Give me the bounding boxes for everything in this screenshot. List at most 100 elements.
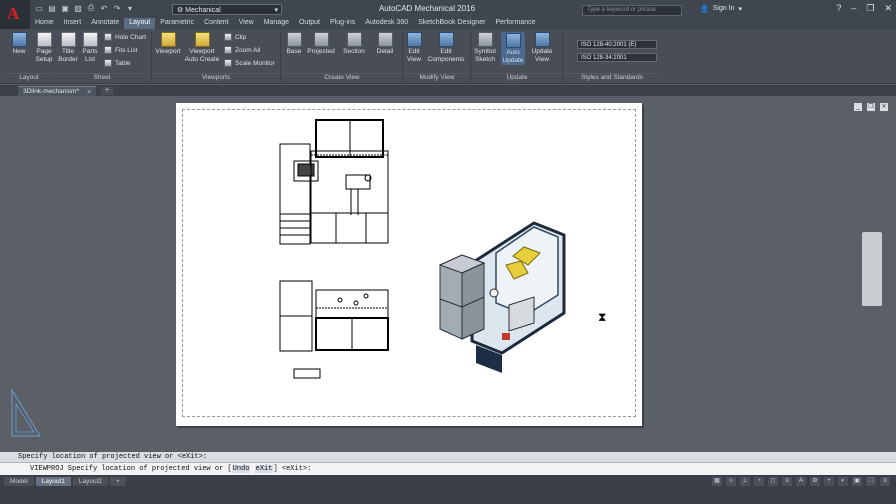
tab-manage[interactable]: Manage [259, 18, 294, 29]
command-line[interactable]: VIEWPROJ Specify location of projected v… [0, 462, 896, 475]
application-menu-button[interactable]: A [0, 0, 30, 30]
symbol-sketch-button[interactable]: Symbol Sketch [472, 32, 498, 64]
scale-monitor-button[interactable]: Scale Monitor [224, 59, 275, 67]
group-label-modify-view: Modify View [404, 73, 470, 83]
symbol-sketch-icon [477, 32, 493, 47]
command-option-exit[interactable]: eXit [254, 465, 274, 473]
title-border-button[interactable]: Title Border [57, 32, 79, 64]
tab-annotate[interactable]: Annotate [86, 18, 124, 29]
tab-sketchbook-designer[interactable]: SketchBook Designer [413, 18, 490, 29]
layout-tab-model[interactable]: Model [4, 477, 34, 486]
clean-screen-icon[interactable]: ⛶ [866, 477, 876, 486]
detail-view-icon [377, 32, 393, 47]
auto-update-button[interactable]: Auto Update [501, 32, 525, 65]
edit-components-button[interactable]: Edit Components [426, 32, 466, 64]
navigation-bar[interactable] [862, 232, 882, 306]
projected-view-button[interactable]: Projected [306, 32, 336, 56]
viewport-auto-create-button[interactable]: Viewport Auto Create [184, 32, 220, 64]
edit-view-button[interactable]: Edit View [404, 32, 424, 64]
new-layout-button[interactable]: New [8, 32, 30, 56]
tab-output[interactable]: Output [294, 18, 325, 29]
menu-icon[interactable]: ≡ [880, 477, 890, 486]
zoom-all-button[interactable]: Zoom All [224, 46, 260, 54]
section-view-button[interactable]: Section [340, 32, 368, 56]
fits-list-button[interactable]: Fits List [104, 46, 137, 54]
tab-layout[interactable]: Layout [124, 18, 156, 29]
isolate-icon[interactable]: ◐ [838, 477, 848, 486]
layout-tab-layout1[interactable]: Layout1 [35, 477, 71, 486]
ribbon-separator [280, 32, 281, 82]
search-input[interactable]: Type a keyword or phrase [582, 5, 682, 16]
viewport-button[interactable]: Viewport [154, 32, 182, 56]
sign-in-button[interactable]: 👤 Sign In ▾ [700, 5, 742, 13]
print-icon[interactable]: ⎙ [86, 3, 96, 13]
viewport-controls: _ ❐ ✕ [854, 103, 888, 111]
page-setup-button[interactable]: Page Setup [32, 32, 56, 64]
tab-home[interactable]: Home [30, 18, 59, 29]
search-placeholder: Type a keyword or phrase [587, 7, 656, 13]
undo-icon[interactable]: ↶ [99, 3, 109, 13]
close-icon[interactable]: ✕ [87, 88, 92, 96]
restore-icon[interactable]: ❐ [867, 103, 875, 111]
osnap-icon[interactable]: ◻ [768, 477, 778, 486]
tab-parametric[interactable]: Parametric [155, 18, 199, 29]
edit-view-icon [406, 32, 422, 47]
tab-autodesk-360[interactable]: Autodesk 360 [360, 18, 413, 29]
workspace-dropdown[interactable]: ⚙ Mechanical ▾ [172, 4, 282, 15]
detail-view-button[interactable]: Detail [372, 32, 398, 56]
chevron-down-icon: ▾ [274, 7, 278, 14]
plot-icon[interactable]: ▾ [125, 3, 135, 13]
lineweight-icon[interactable]: ≡ [782, 477, 792, 486]
tab-content[interactable]: Content [199, 18, 234, 29]
save-icon[interactable]: ▣ [60, 3, 70, 13]
redo-icon[interactable]: ↷ [112, 3, 122, 13]
command-option-undo[interactable]: Undo [231, 465, 251, 473]
snap-icon[interactable]: ⊹ [726, 477, 736, 486]
ortho-icon[interactable]: ⊥ [740, 477, 750, 486]
add-layout-button[interactable]: + [110, 477, 126, 486]
edit-components-label: Edit Components [427, 48, 465, 63]
hole-chart-button[interactable]: Hole Chart [104, 33, 146, 41]
polar-icon[interactable]: ◔ [754, 477, 764, 486]
plus-icon[interactable]: + [824, 477, 834, 486]
hole-chart-icon [104, 33, 112, 41]
tab-performance[interactable]: Performance [490, 18, 540, 29]
save-as-icon[interactable]: ▨ [73, 3, 83, 13]
hardware-icon[interactable]: ▣ [852, 477, 862, 486]
gear-icon[interactable]: ⚙ [810, 477, 820, 486]
tab-view[interactable]: View [234, 18, 259, 29]
ribbon-tabs: Home Insert Annotate Layout Parametric C… [30, 18, 896, 29]
group-label-sheet: Sheet [56, 73, 148, 83]
tab-plug-ins[interactable]: Plug-ins [325, 18, 360, 29]
projected-view-icon [313, 32, 329, 47]
clip-button[interactable]: Clip [224, 33, 246, 41]
document-tab-label: 3Dlink-mechanism* [23, 88, 79, 95]
tab-insert[interactable]: Insert [59, 18, 87, 29]
symbol-sketch-label: Symbol Sketch [474, 48, 496, 63]
drawing-standard-dropdown[interactable]: ISO 128-40:2001 (E) [577, 40, 657, 49]
new-file-icon[interactable]: ▭ [34, 3, 44, 13]
minimize-icon[interactable]: – [851, 3, 856, 14]
restore-icon[interactable]: ❐ [866, 3, 874, 14]
base-view-button[interactable]: Base [284, 32, 304, 56]
clip-icon [224, 33, 232, 41]
view-standard-dropdown[interactable]: ISO 128-34:2001 [577, 53, 657, 62]
annotation-icon[interactable]: A [796, 477, 806, 486]
fits-list-label: Fits List [115, 46, 138, 54]
new-tab-button[interactable]: + [101, 87, 113, 95]
close-icon[interactable]: ✕ [884, 3, 892, 14]
user-icon: 👤 [700, 6, 709, 13]
help-icon[interactable]: ? [836, 3, 841, 14]
update-view-button[interactable]: Update View [529, 32, 555, 64]
document-tab[interactable]: 3Dlink-mechanism* ✕ [18, 86, 96, 96]
table-button[interactable]: Table [104, 59, 131, 67]
layout-tab-layout2[interactable]: Layout2 [72, 477, 108, 486]
parts-list-button[interactable]: Parts List [80, 32, 100, 64]
drawing-standard-value: ISO 128-40:2001 (E) [581, 42, 637, 48]
grid-icon[interactable]: ▦ [712, 477, 722, 486]
minimize-icon[interactable]: _ [854, 103, 862, 111]
command-history: Specify location of projected view or <e… [0, 452, 896, 462]
update-view-label: Update View [531, 48, 553, 63]
close-icon[interactable]: ✕ [880, 103, 888, 111]
open-icon[interactable]: ▤ [47, 3, 57, 13]
